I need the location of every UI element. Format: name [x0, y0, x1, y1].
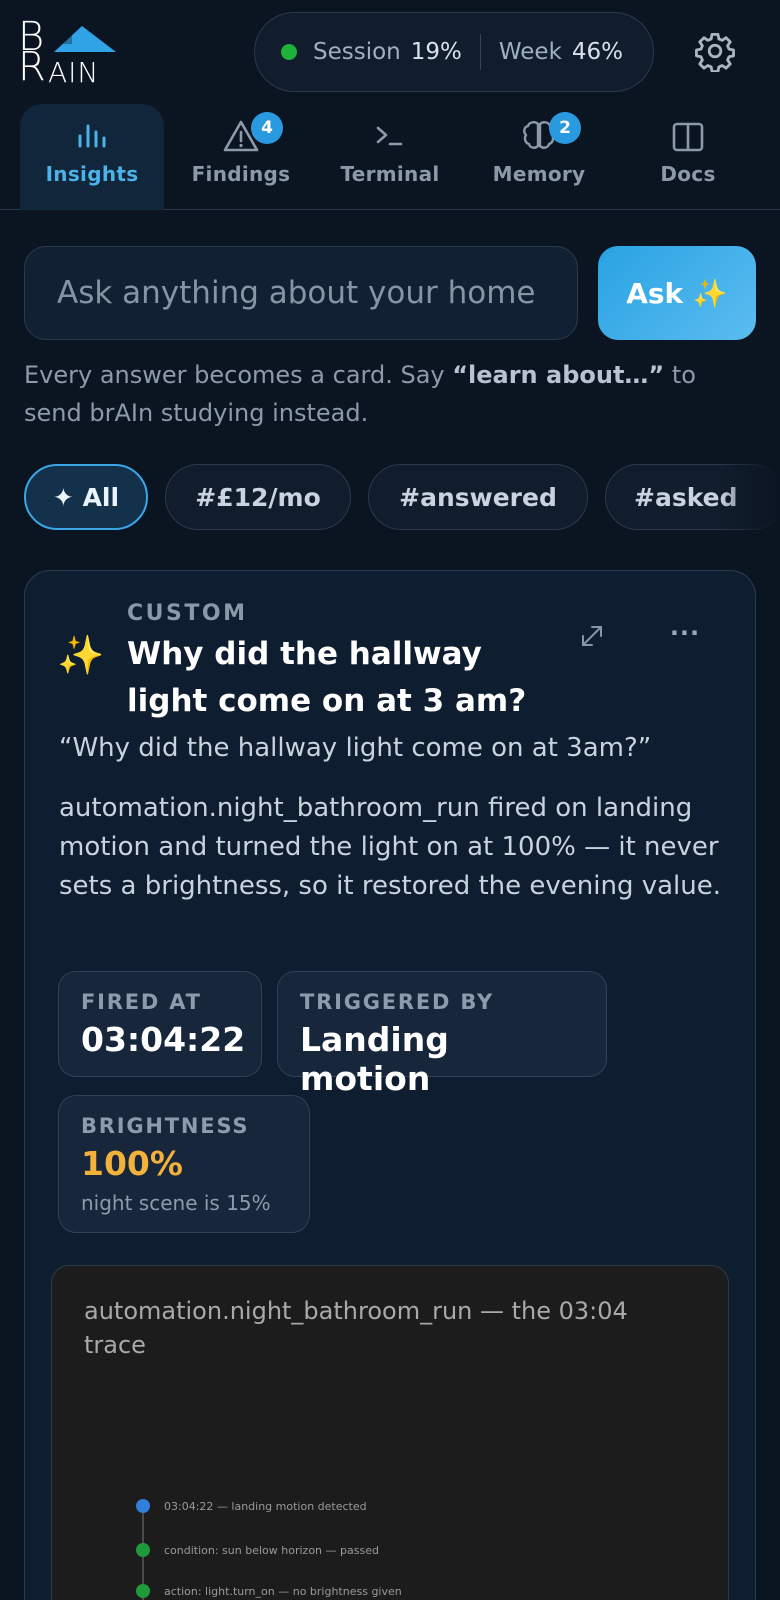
card-kind-label: CUSTOM [127, 601, 248, 626]
week-label: Week [498, 39, 562, 65]
session-label: Session [313, 39, 401, 65]
main-tab-bar: Insights 4 Findings Terminal 2 Memory Do… [0, 104, 780, 210]
tab-memory[interactable]: 2 Memory [467, 104, 611, 210]
hint-learn-about: “learn about…” [452, 361, 665, 389]
tab-label: Memory [492, 162, 586, 186]
trace-step-dot [136, 1499, 150, 1513]
trace-step-text: action: light.turn_on — no brightness gi… [164, 1584, 402, 1598]
terminal-icon [376, 126, 403, 146]
hint-prefix: Every answer becomes a card. Say [24, 361, 453, 389]
tab-label: Insights [45, 162, 139, 186]
app-logo[interactable]: B R AIN [18, 14, 116, 90]
tab-label: Terminal [340, 162, 440, 186]
memory-count-badge: 2 [549, 112, 581, 144]
filter-chip-answered[interactable]: #answered [368, 464, 588, 530]
logo-letters-ain: AIN [48, 56, 100, 89]
insight-card: ✨ CUSTOM Why did the hallway light come … [24, 570, 756, 1600]
stat-value: 100% [81, 1144, 183, 1183]
ask-hint: Every answer becomes a card. Say “learn … [24, 356, 754, 432]
trace-step-dot [136, 1584, 150, 1598]
trace-step: 03:04:22 — landing motion detected [136, 1498, 367, 1514]
expand-icon[interactable] [577, 621, 607, 651]
status-dot [281, 44, 297, 60]
findings-count-badge: 4 [251, 112, 283, 144]
stat-triggered-by: TRIGGERED BY Landing motion [277, 971, 607, 1098]
book-icon [672, 122, 704, 152]
gear-icon[interactable] [694, 30, 736, 72]
session-value: 19% [410, 39, 462, 65]
stat-label: BRIGHTNESS [81, 1114, 250, 1138]
logo-roof-icon [54, 26, 116, 52]
usage-divider [479, 34, 481, 70]
trace-title: automation.night_bathroom_run — the 03:0… [84, 1297, 628, 1359]
more-options-button[interactable]: ··· [665, 619, 705, 649]
week-value: 46% [571, 39, 624, 65]
ask-input[interactable] [24, 246, 578, 340]
app-header: B R AIN Session 19% Week 46% [0, 0, 780, 100]
logo-letter-r: R [18, 44, 46, 90]
chip-scroll-fade [720, 464, 780, 530]
automation-trace-panel: automation.night_bathroom_run — the 03:0… [51, 1265, 729, 1600]
stat-note: night scene is 15% [81, 1191, 271, 1215]
tab-label: Docs [660, 162, 716, 186]
trace-step-text: 03:04:22 — landing motion detected [164, 1499, 367, 1513]
tab-insights[interactable]: Insights [20, 104, 164, 210]
trace-step-text: condition: sun below horizon — passed [164, 1543, 379, 1557]
tab-terminal[interactable]: Terminal [318, 104, 462, 210]
stat-label: FIRED AT [81, 990, 202, 1014]
tab-findings[interactable]: 4 Findings [169, 104, 313, 210]
stat-brightness: BRIGHTNESS 100% night scene is 15% [58, 1095, 310, 1233]
stat-value: 03:04:22 [81, 1020, 246, 1059]
stat-label: TRIGGERED BY [300, 990, 495, 1014]
bar-chart-icon [78, 124, 106, 148]
sparkle-icon: ✨ [57, 633, 105, 677]
filter-chip-all[interactable]: ✦ All [24, 464, 148, 530]
ask-button[interactable]: Ask ✨ [598, 246, 756, 340]
trace-step: action: light.turn_on — no brightness gi… [136, 1583, 402, 1599]
trace-step: condition: sun below horizon — passed [136, 1542, 379, 1558]
trace-step-dot [136, 1543, 150, 1557]
card-question: “Why did the hallway light come on at 3a… [59, 733, 652, 763]
card-title: Why did the hallway light come on at 3 a… [127, 636, 527, 719]
tab-label: Findings [191, 162, 291, 186]
usage-meter[interactable]: Session 19% Week 46% [254, 12, 654, 92]
filter-chip-cost[interactable]: #£12/mo [165, 464, 351, 530]
card-answer: automation.night_bathroom_run fired on l… [59, 793, 722, 901]
stat-fired-at: FIRED AT 03:04:22 [58, 971, 262, 1077]
filter-chip-row: ✦ All #£12/mo #answered #asked [0, 464, 780, 530]
tab-docs[interactable]: Docs [616, 104, 760, 210]
stat-value: Landing motion [300, 1020, 449, 1098]
